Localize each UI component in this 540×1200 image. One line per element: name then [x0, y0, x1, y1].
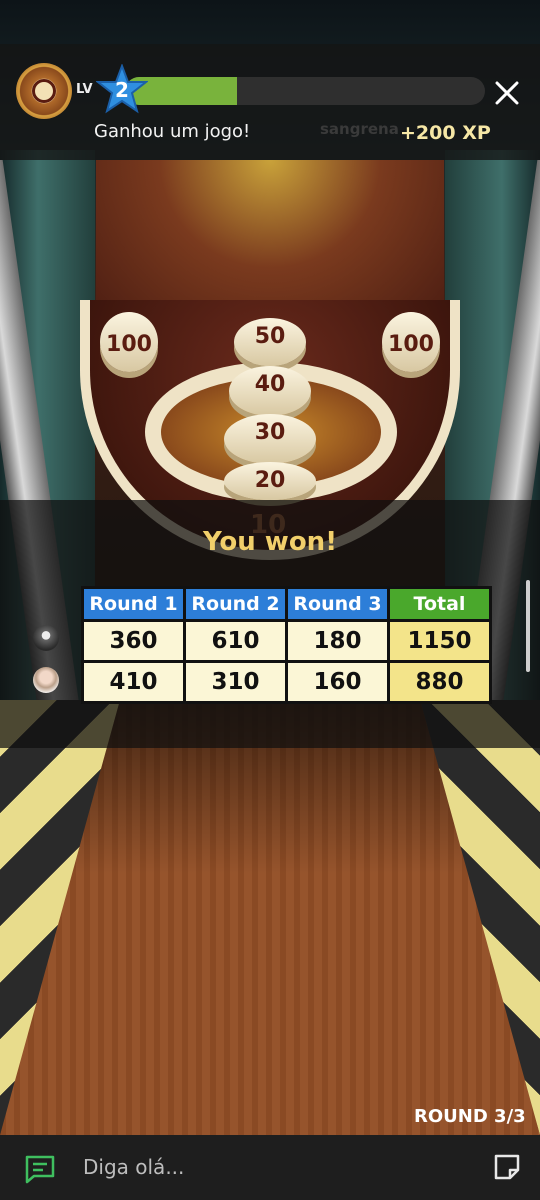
score-cell: 160 [285, 660, 390, 704]
cup-40: 40 [229, 366, 311, 416]
cup-100-right: 100 [382, 312, 440, 372]
xp-gain: +200 XP [400, 122, 491, 144]
win-message: Ganhou um jogo! [94, 121, 251, 142]
avatar[interactable] [33, 667, 59, 693]
total-cell: 880 [387, 660, 492, 704]
table-row: 410 310 160 880 [81, 660, 492, 704]
level-label: LV [76, 82, 93, 97]
score-cell: 360 [81, 619, 186, 663]
cup-20: 20 [224, 462, 316, 500]
header-round-3: Round 3 [285, 586, 390, 622]
result-title: You won! [202, 527, 338, 557]
header-total: Total [387, 586, 492, 622]
chat-icon[interactable] [24, 1154, 56, 1184]
avatar[interactable] [33, 625, 59, 651]
cup-100-left: 100 [100, 312, 158, 372]
scrollbar[interactable] [526, 580, 530, 672]
xp-progress-bar [125, 77, 485, 105]
close-icon[interactable] [490, 76, 524, 110]
sticker-icon[interactable] [492, 1152, 522, 1182]
cup-50: 50 [234, 318, 306, 366]
score-cell: 610 [183, 619, 288, 663]
score-cell: 310 [183, 660, 288, 704]
header-round-1: Round 1 [81, 586, 186, 622]
table-row: 360 610 180 1150 [81, 619, 492, 663]
cup-30: 30 [224, 414, 316, 464]
total-cell: 1150 [387, 619, 492, 663]
score-cell: 410 [81, 660, 186, 704]
score-header-row: Round 1 Round 2 Round 3 Total [81, 586, 492, 622]
round-indicator: ROUND 3/3 [414, 1106, 526, 1127]
player-badge-center [32, 79, 56, 103]
score-table: Round 1 Round 2 Round 3 Total 360 610 18… [81, 586, 492, 704]
header-round-2: Round 2 [183, 586, 288, 622]
opponent-name: sangrena [320, 120, 399, 138]
score-cell: 180 [285, 619, 390, 663]
chat-input[interactable]: Diga olá... [83, 1155, 184, 1179]
chat-bar [0, 1135, 540, 1200]
level-number: 2 [115, 78, 129, 102]
